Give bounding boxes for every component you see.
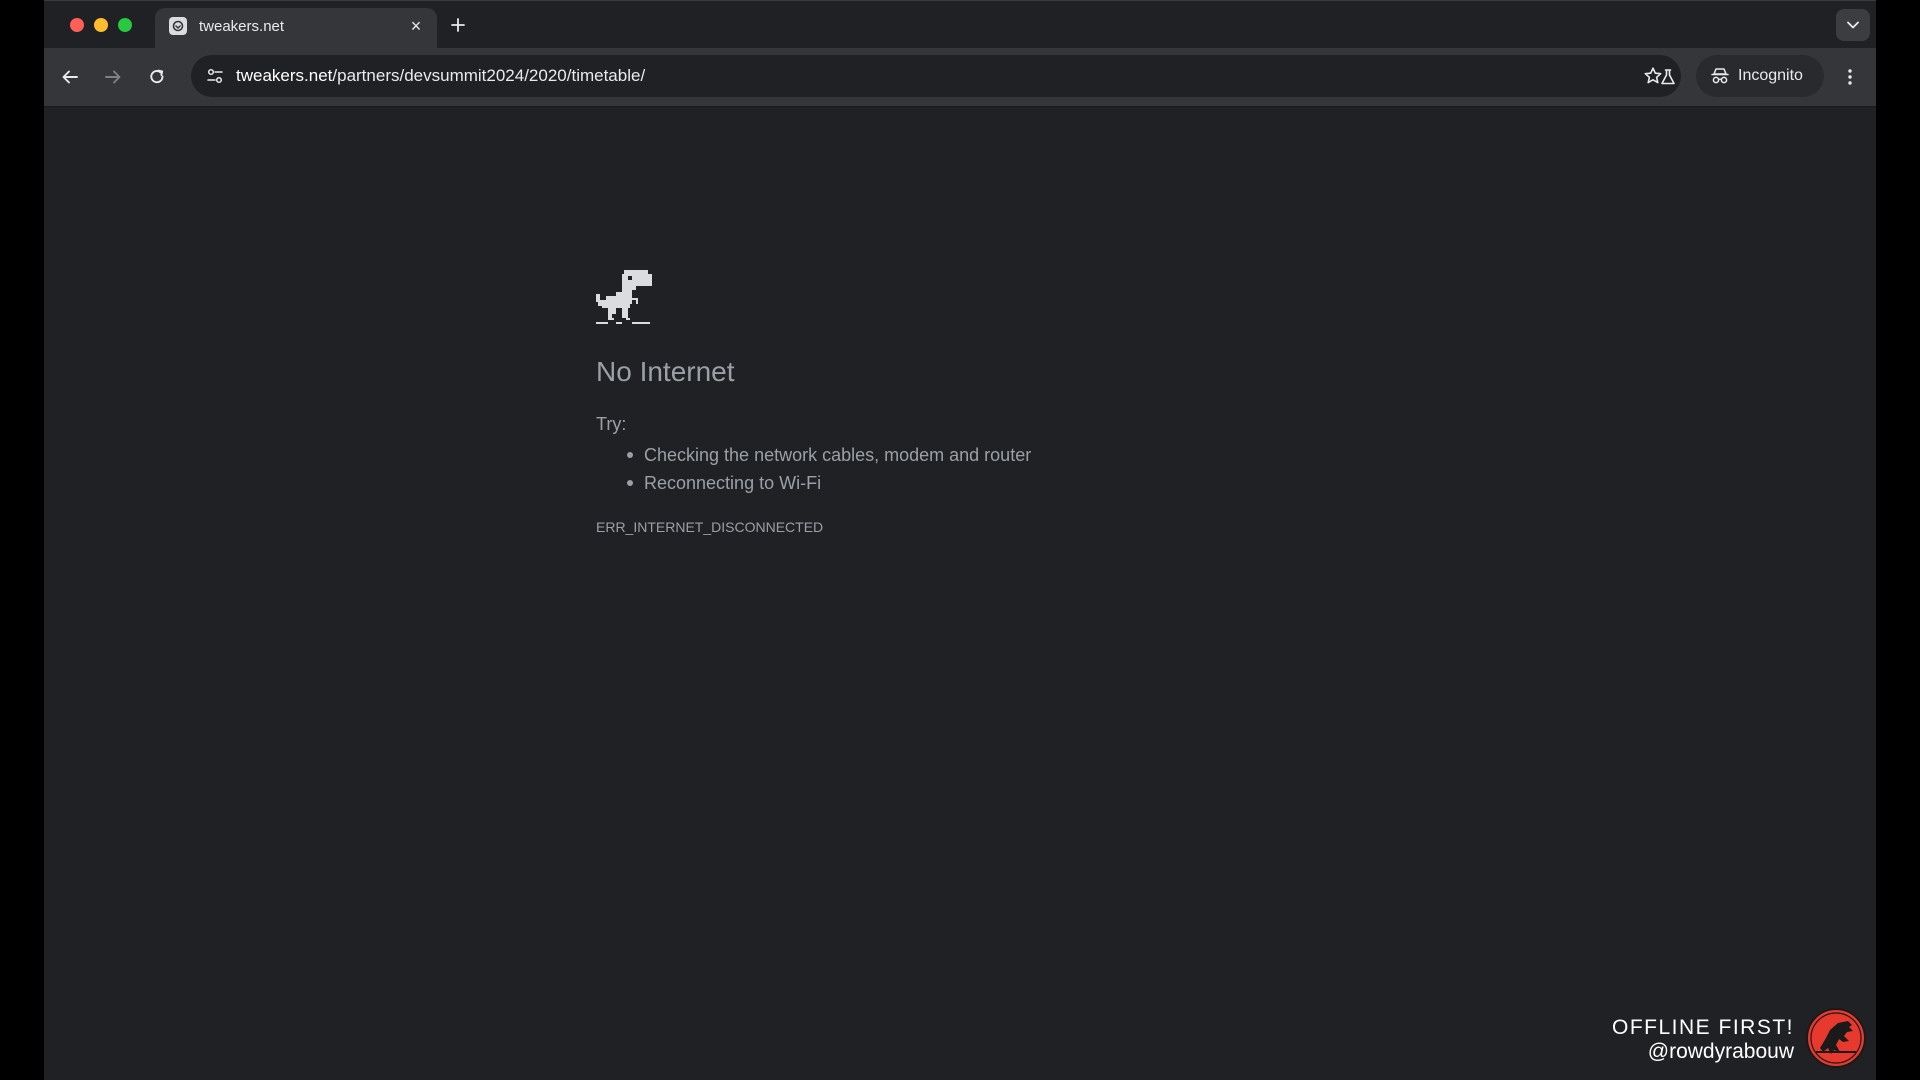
jurassic-dino-logo-icon: [1806, 1008, 1866, 1068]
tweakers-favicon-icon: [169, 17, 187, 35]
new-tab-button[interactable]: [446, 13, 470, 37]
more-vertical-icon: [1848, 69, 1852, 85]
window-minimize-button[interactable]: [94, 18, 108, 32]
url-host: tweakers.net: [236, 66, 333, 85]
tab-search-button[interactable]: [1836, 9, 1870, 41]
flask-icon: [1661, 69, 1675, 85]
toolbar: tweakers.net/partners/devsummit2024/2020…: [44, 48, 1876, 107]
incognito-label: Incognito: [1738, 67, 1803, 84]
address-bar[interactable]: tweakers.net/partners/devsummit2024/2020…: [191, 55, 1681, 97]
tab-strip: tweakers.net ×: [44, 0, 1876, 49]
url-text[interactable]: tweakers.net/partners/devsummit2024/2020…: [236, 66, 645, 86]
browser-window: tweakers.net × tweakers.net/partners/dev…: [44, 0, 1876, 1080]
site-info-icon[interactable]: [199, 60, 231, 92]
watermark-handle: @rowdyrabouw: [1647, 1040, 1794, 1063]
url-path: /partners/devsummit2024/2020/timetable/: [332, 66, 646, 85]
bullet-icon: [627, 480, 633, 486]
arrow-right-icon: [105, 70, 121, 84]
reload-button[interactable]: [141, 61, 173, 93]
back-button[interactable]: [54, 61, 86, 93]
forward-button[interactable]: [97, 61, 129, 93]
incognito-badge[interactable]: Incognito: [1696, 55, 1824, 97]
window-close-button[interactable]: [70, 18, 84, 32]
tab-tweakers[interactable]: tweakers.net ×: [155, 8, 437, 49]
bullet-icon: [627, 452, 633, 458]
error-code: ERR_INTERNET_DISCONNECTED: [596, 519, 824, 535]
arrow-left-icon: [62, 70, 78, 84]
watermark-title: OFFLINE FIRST!: [1611, 1016, 1794, 1039]
menu-button[interactable]: [1834, 61, 1866, 93]
reload-icon: [150, 69, 164, 84]
chevron-down-icon: [1847, 21, 1859, 29]
suggestion-text: Reconnecting to Wi-Fi: [644, 473, 822, 493]
list-item: Reconnecting to Wi-Fi: [627, 469, 1031, 497]
incognito-icon: [1711, 68, 1729, 84]
suggestion-list: Checking the network cables, modem and r…: [596, 441, 1031, 497]
tab-title: tweakers.net: [199, 18, 285, 35]
list-item: Checking the network cables, modem and r…: [627, 441, 1032, 469]
suggestion-text: Checking the network cables, modem and r…: [644, 445, 1032, 465]
window-maximize-button[interactable]: [118, 18, 132, 32]
page-content: No Internet Try: Checking the network ca…: [44, 107, 1876, 1080]
labs-button[interactable]: [1652, 61, 1684, 93]
try-label: Try:: [596, 414, 627, 434]
watermark: OFFLINE FIRST! @rowdyrabouw: [1612, 1008, 1866, 1070]
offline-dino-icon[interactable]: [596, 270, 652, 331]
plus-icon: [451, 18, 465, 32]
error-heading: No Internet: [596, 356, 735, 387]
tab-close-icon[interactable]: ×: [405, 15, 427, 37]
